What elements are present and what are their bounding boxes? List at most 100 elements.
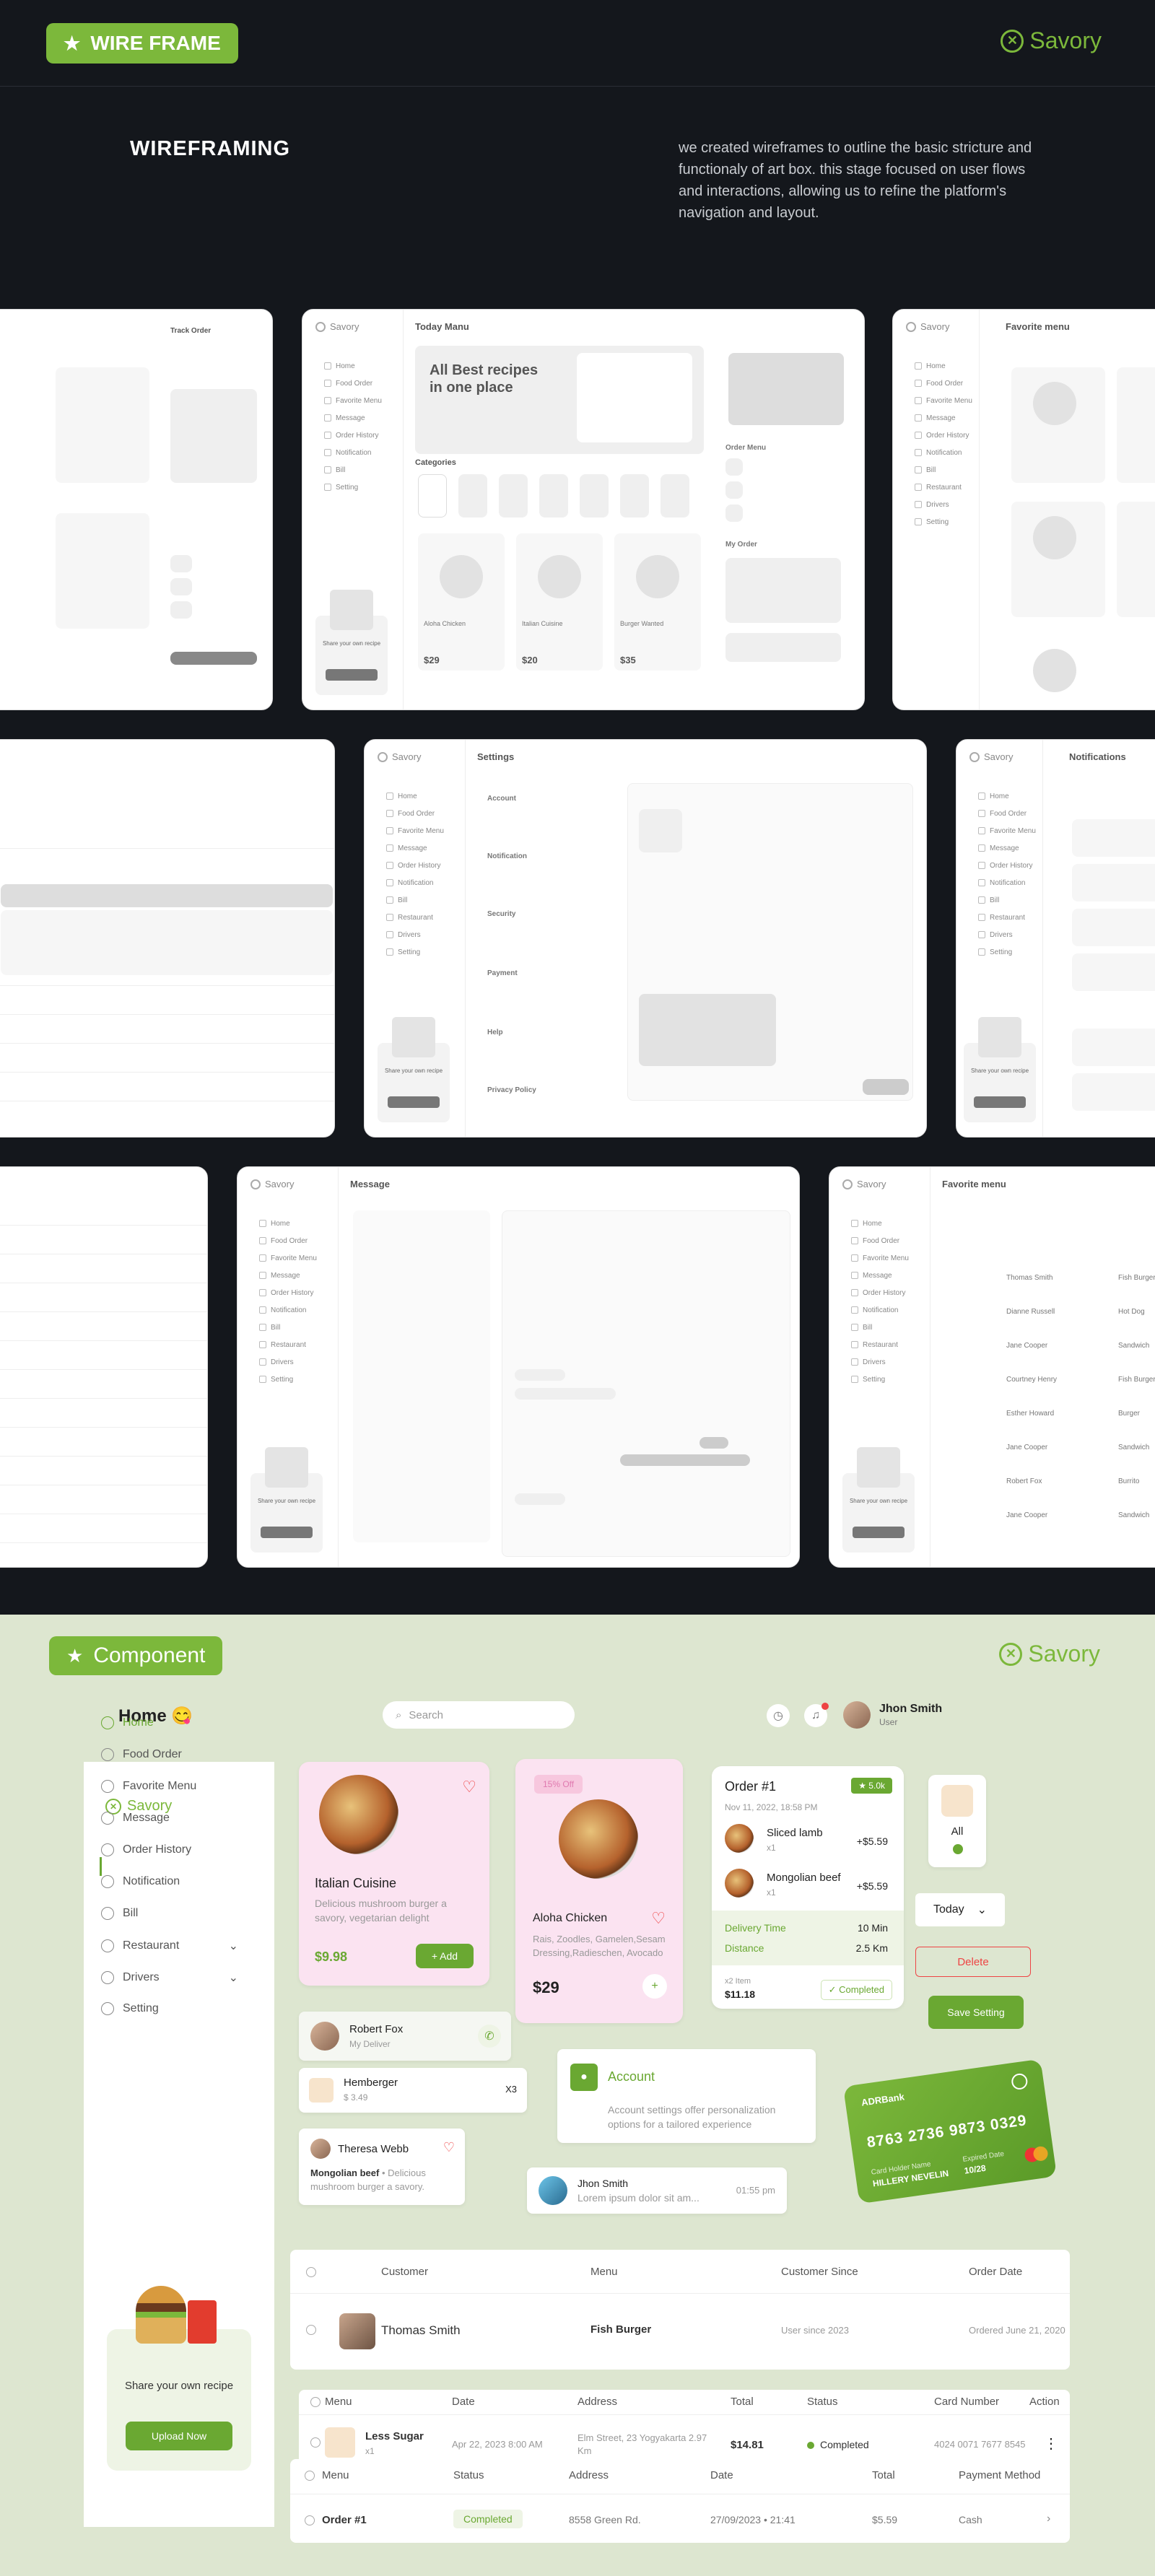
sidebar-item-bill[interactable]: Bill [101, 1907, 138, 1920]
save-setting-button[interactable]: Save Setting [928, 1996, 1024, 2029]
upload-button[interactable]: Upload Now [126, 2422, 232, 2450]
chevron-right-icon[interactable]: › [1047, 2512, 1050, 2525]
order-card: Order #1 ★ 5.0k Nov 11, 2022, 18:58 PM S… [712, 1766, 904, 2009]
chevron-down-icon: ⌄ [228, 1940, 238, 1952]
home-icon [101, 1716, 114, 1729]
select-all-checkbox[interactable] [306, 2267, 316, 2277]
heart-icon [101, 1780, 114, 1793]
plus-button[interactable]: + [642, 1974, 667, 1999]
sidebar-item-home[interactable]: Home [101, 1716, 154, 1729]
bell-icon [101, 1875, 114, 1888]
logo-icon: ✕ [1001, 29, 1024, 53]
history-icon [101, 1843, 114, 1856]
pasta-image [319, 1775, 398, 1854]
wire-track-order: Track Order [0, 309, 273, 710]
logo-icon: ✕ [999, 1642, 1023, 1666]
customers-table: Customer Menu Customer Since Order Date … [290, 2250, 1070, 2370]
message-icon [101, 1812, 114, 1825]
cart-icon [101, 1748, 114, 1761]
share-recipe-card: Share your own recipe Upload Now [107, 2286, 251, 2471]
fries-image [188, 2300, 217, 2344]
wire-nav: Home Food Order Favorite Menu Message Order … [324, 357, 382, 496]
aloha-card[interactable]: 15% Off Aloha Chicken ♡ Rais, Zoodles, G… [515, 1759, 683, 2023]
wireframe-badge: ★ WIRE FRAME [46, 23, 238, 64]
row-checkbox[interactable] [306, 2325, 316, 2335]
sidebar-item-favorite[interactable]: Favorite Menu [101, 1780, 196, 1793]
orders-table: Menu Date Address Total Status Card Numb… [299, 2390, 1070, 2469]
delete-button[interactable]: Delete [915, 1947, 1031, 1977]
sidebar-item-drivers[interactable]: Drivers ⌄ [101, 1970, 238, 1985]
wire-dashboard: Savory Home Food Order Favorite Menu Messag… [302, 309, 865, 710]
dish-image [725, 1869, 754, 1898]
user-role: User [879, 1717, 898, 1727]
wire-favorite-table: Savory Home Food Order Favorite Menu Messag… [829, 1166, 1155, 1568]
star-icon: ★ [64, 32, 81, 54]
phone-icon[interactable]: ✆ [478, 2025, 501, 2048]
gear-icon [101, 2002, 114, 2015]
message-item[interactable]: Jhon Smith Lorem ipsum dolor sit am... 0… [527, 2167, 787, 2214]
component-brand: ✕ Savory [999, 1641, 1100, 1667]
completed-badge: ✓ Completed [820, 1980, 892, 2000]
bill-icon [101, 1907, 114, 1920]
driver-card: Robert Fox My Deliver ✆ [299, 2012, 511, 2061]
add-button[interactable]: + Add [416, 1944, 474, 1968]
wire-bill-table [0, 1166, 208, 1568]
component-badge: ★ Component [49, 1636, 223, 1675]
restaurant-icon [101, 1939, 114, 1952]
driver-avatar [310, 2022, 339, 2051]
dish-image [725, 1824, 754, 1853]
burger-image [136, 2286, 186, 2344]
heart-icon[interactable]: ♡ [443, 2140, 455, 2155]
section-title: WIREFRAMING [130, 137, 291, 160]
driver-icon [101, 1971, 114, 1984]
top-bar: ★ WIRE FRAME ✕ Savory [0, 0, 1155, 87]
sidebar-item-setting[interactable]: Setting [101, 2002, 159, 2015]
search-input[interactable]: ⌕ Search [383, 1701, 575, 1729]
avatar[interactable] [843, 1701, 871, 1729]
food-icon [309, 2078, 334, 2103]
sidebar-item-restaurant[interactable]: Restaurant ⌄ [101, 1939, 238, 1953]
contact-avatar [539, 2176, 567, 2205]
component-section: ★ Component ✕ Savory Home 😋 ⌕ Search ◷ ♫ Jh… [0, 1615, 1155, 2576]
chicken-image [559, 1799, 638, 1879]
wire-favorite: Savory Home Food Order Favorite Menu Messag… [892, 309, 1155, 710]
user-icon: ● [570, 2064, 598, 2091]
wireframe-section: ★ WIRE FRAME ✕ Savory WIREFRAMING we creat… [0, 0, 1155, 1615]
category-chip-all[interactable]: All [928, 1775, 986, 1867]
bell-icon[interactable]: ♫ [804, 1703, 829, 1727]
brand-logo: ✕ Savory [1001, 27, 1102, 54]
clock-icon[interactable]: ◷ [767, 1704, 790, 1727]
italian-card[interactable]: ♡ Italian Cuisine Delicious mushroom bur… [299, 1762, 489, 1986]
search-icon: ⌕ [396, 1708, 402, 1721]
sidebar-item-order-history[interactable]: Order History [101, 1843, 191, 1856]
customer-avatar [339, 2313, 375, 2349]
wire-settings: Savory Home Food Order Favorite Menu Messag… [364, 739, 927, 1138]
card-logo-icon [1010, 2072, 1029, 2091]
heart-icon[interactable]: ♡ [462, 1778, 476, 1796]
chevron-down-icon: ⌄ [228, 1972, 238, 1984]
status-dot [807, 2442, 814, 2449]
sidebar-item-food-order[interactable]: Food Order [101, 1748, 182, 1761]
reviewer-avatar [310, 2139, 331, 2159]
heart-icon[interactable]: ♡ [651, 1909, 666, 1928]
wire-notifications: Savory Home Food Order Favorite Menu Messag… [956, 739, 1155, 1138]
more-icon[interactable]: ⋮ [1044, 2435, 1058, 2453]
wire-orders-table [0, 739, 335, 1138]
chevron-down-icon: ⌄ [977, 1904, 988, 1916]
status-badge: Completed [453, 2510, 523, 2528]
date-select[interactable]: Today ⌄ [915, 1893, 1005, 1926]
section-description: we created wireframes to outline the bas… [679, 140, 1032, 221]
star-icon: ★ [66, 1644, 84, 1667]
user-name: Jhon Smith [879, 1703, 943, 1715]
review-card: Theresa Webb ♡ Mongolian beef • Deliciou… [299, 2129, 465, 2205]
food-icon [941, 1785, 973, 1817]
sidebar-item-message[interactable]: Message [101, 1812, 170, 1825]
wire-message: Savory Home Food Order Favorite Menu Messag… [237, 1166, 800, 1568]
history-table: Menu Status Address Date Total Payment M… [290, 2459, 1070, 2543]
account-card[interactable]: ● Account Account settings offer persona… [557, 2049, 816, 2143]
selected-dot [953, 1844, 963, 1854]
bank-card[interactable]: ADRBank 8763 2736 9873 0329 Card Holder … [842, 2058, 1058, 2204]
sidebar-item-notification[interactable]: Notification [101, 1875, 180, 1888]
hemberger-item: Hemberger $ 3.49 X3 [299, 2068, 527, 2113]
food-icon [325, 2427, 355, 2458]
